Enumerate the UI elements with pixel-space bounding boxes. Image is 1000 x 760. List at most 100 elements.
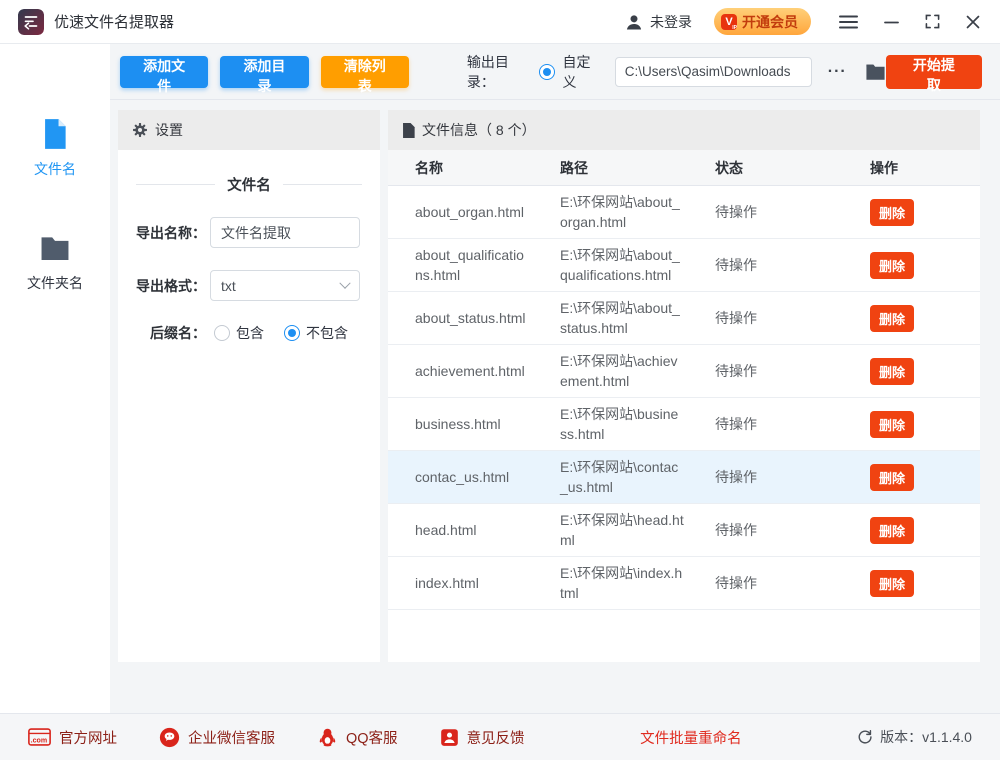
svg-text:.com: .com <box>31 737 47 744</box>
footer-link-label: 官方网址 <box>59 727 117 748</box>
file-name-cell: about_organ.html <box>415 202 560 222</box>
user-icon <box>624 12 644 32</box>
file-status-cell: 待操作 <box>715 467 870 487</box>
delete-button[interactable]: 删除 <box>870 305 914 332</box>
custom-output-radio-label[interactable]: 自定义 <box>563 52 601 92</box>
sidebar-item-filename[interactable]: 文件名 <box>34 117 76 179</box>
export-format-value: txt <box>221 278 236 294</box>
website-com-icon: .com <box>28 728 51 746</box>
file-icon <box>38 117 72 151</box>
login-status-label: 未登录 <box>650 12 692 32</box>
table-body: about_organ.html E:\环保网站\about_organ.htm… <box>388 186 980 610</box>
sidebar: 文件名 文件夹名 <box>0 44 110 713</box>
delete-button[interactable]: 删除 <box>870 464 914 491</box>
file-name-cell: business.html <box>415 414 560 434</box>
file-path-cell: E:\环保网站\achievement.html <box>560 351 715 391</box>
gear-icon <box>132 122 148 138</box>
file-path-cell: E:\环保网站\about_status.html <box>560 298 715 338</box>
file-info-panel: 文件信息（ 8 个） 名称 路径 状态 操作 about_organ.html … <box>388 110 980 662</box>
delete-button[interactable]: 删除 <box>870 570 914 597</box>
refresh-icon[interactable] <box>857 729 873 745</box>
sidebar-item-label: 文件夹名 <box>27 273 83 293</box>
official-website-link[interactable]: .com 官方网址 <box>28 727 117 748</box>
footer-link-label: 意见反馈 <box>467 727 525 748</box>
section-divider: 文件名 <box>136 174 362 195</box>
file-path-cell: E:\环保网站\about_organ.html <box>560 192 715 232</box>
table-row[interactable]: contac_us.html E:\环保网站\contac_us.html 待操… <box>388 451 980 504</box>
table-row[interactable]: index.html E:\环保网站\index.html 待操作 删除 <box>388 557 980 610</box>
settings-panel-header: 设置 <box>118 110 380 150</box>
output-path-input[interactable] <box>615 57 812 87</box>
file-status-cell: 待操作 <box>715 573 870 593</box>
sidebar-item-foldername[interactable]: 文件夹名 <box>27 231 83 293</box>
open-vip-button[interactable]: VIP 开通会员 <box>714 8 811 35</box>
file-name-cell: about_status.html <box>415 308 560 328</box>
start-extract-button[interactable]: 开始提取 <box>886 55 982 89</box>
table-row[interactable]: business.html E:\环保网站\business.html 待操作 … <box>388 398 980 451</box>
table-row[interactable]: about_status.html E:\环保网站\about_status.h… <box>388 292 980 345</box>
open-folder-icon[interactable] <box>865 62 886 81</box>
menu-button[interactable] <box>839 15 858 29</box>
chevron-down-icon <box>339 277 350 288</box>
file-status-cell: 待操作 <box>715 520 870 540</box>
custom-output-radio[interactable] <box>539 64 555 80</box>
settings-panel: 设置 文件名 导出名称： 导出格式： txt <box>118 110 380 662</box>
app-window: 优速文件名提取器 未登录 VIP 开通会员 <box>0 0 1000 760</box>
table-row[interactable]: about_organ.html E:\环保网站\about_organ.htm… <box>388 186 980 239</box>
batch-rename-link[interactable]: 文件批量重命名 <box>640 727 742 748</box>
footer-link-label: 企业微信客服 <box>188 727 275 748</box>
maximize-button[interactable] <box>925 14 940 29</box>
suffix-include-radio[interactable] <box>214 325 230 341</box>
add-directory-button[interactable]: 添加目录 <box>220 56 308 88</box>
qq-service-link[interactable]: QQ客服 <box>317 727 398 748</box>
minimize-button[interactable] <box>884 15 899 29</box>
table-row[interactable]: head.html E:\环保网站\head.html 待操作 删除 <box>388 504 980 557</box>
app-logo-icon <box>18 9 44 35</box>
col-name: 名称 <box>415 158 560 178</box>
file-status-cell: 待操作 <box>715 414 870 434</box>
suffix-label: 后缀名： <box>118 323 206 343</box>
col-action: 操作 <box>870 158 980 178</box>
export-format-select[interactable]: txt <box>210 270 360 301</box>
file-path-cell: E:\环保网站\business.html <box>560 404 715 444</box>
close-button[interactable] <box>966 15 980 29</box>
folder-icon <box>38 231 72 265</box>
file-path-cell: E:\环保网站\head.html <box>560 510 715 550</box>
delete-button[interactable]: 删除 <box>870 252 914 279</box>
footer: .com 官方网址 企业微信客服 QQ客服 <box>0 713 1000 760</box>
file-name-cell: about_qualifications.html <box>415 245 560 285</box>
delete-button[interactable]: 删除 <box>870 517 914 544</box>
clear-list-button[interactable]: 清除列表 <box>321 56 409 88</box>
table-header-row: 名称 路径 状态 操作 <box>388 150 980 186</box>
login-status[interactable]: 未登录 <box>624 12 692 32</box>
wechat-service-link[interactable]: 企业微信客服 <box>159 727 275 748</box>
section-title: 文件名 <box>227 174 271 195</box>
file-status-cell: 待操作 <box>715 308 870 328</box>
suffix-include-label[interactable]: 包含 <box>236 323 264 343</box>
app-title: 优速文件名提取器 <box>54 11 174 32</box>
export-format-label: 导出格式： <box>118 276 206 296</box>
add-file-button[interactable]: 添加文件 <box>120 56 208 88</box>
export-name-label: 导出名称： <box>118 223 206 243</box>
document-icon <box>402 123 415 138</box>
footer-link-label: QQ客服 <box>346 727 398 748</box>
suffix-exclude-label[interactable]: 不包含 <box>306 323 348 343</box>
file-name-cell: index.html <box>415 573 560 593</box>
suffix-exclude-radio[interactable] <box>284 325 300 341</box>
sidebar-item-label: 文件名 <box>34 159 76 179</box>
export-name-input[interactable] <box>210 217 360 248</box>
delete-button[interactable]: 删除 <box>870 199 914 226</box>
feedback-link[interactable]: 意见反馈 <box>440 727 525 748</box>
delete-button[interactable]: 删除 <box>870 411 914 438</box>
file-name-cell: head.html <box>415 520 560 540</box>
file-path-cell: E:\环保网站\about_qualifications.html <box>560 245 715 285</box>
delete-button[interactable]: 删除 <box>870 358 914 385</box>
output-dir-label: 输出目录： <box>467 52 531 92</box>
table-row[interactable]: achievement.html E:\环保网站\achievement.htm… <box>388 345 980 398</box>
file-path-cell: E:\环保网站\index.html <box>560 563 715 603</box>
toolbar: 添加文件 添加目录 清除列表 输出目录： 自定义 ··· 开始提取 <box>110 44 1000 100</box>
qq-icon <box>317 727 338 748</box>
file-status-cell: 待操作 <box>715 255 870 275</box>
browse-more-button[interactable]: ··· <box>828 63 847 81</box>
table-row[interactable]: about_qualifications.html E:\环保网站\about_… <box>388 239 980 292</box>
